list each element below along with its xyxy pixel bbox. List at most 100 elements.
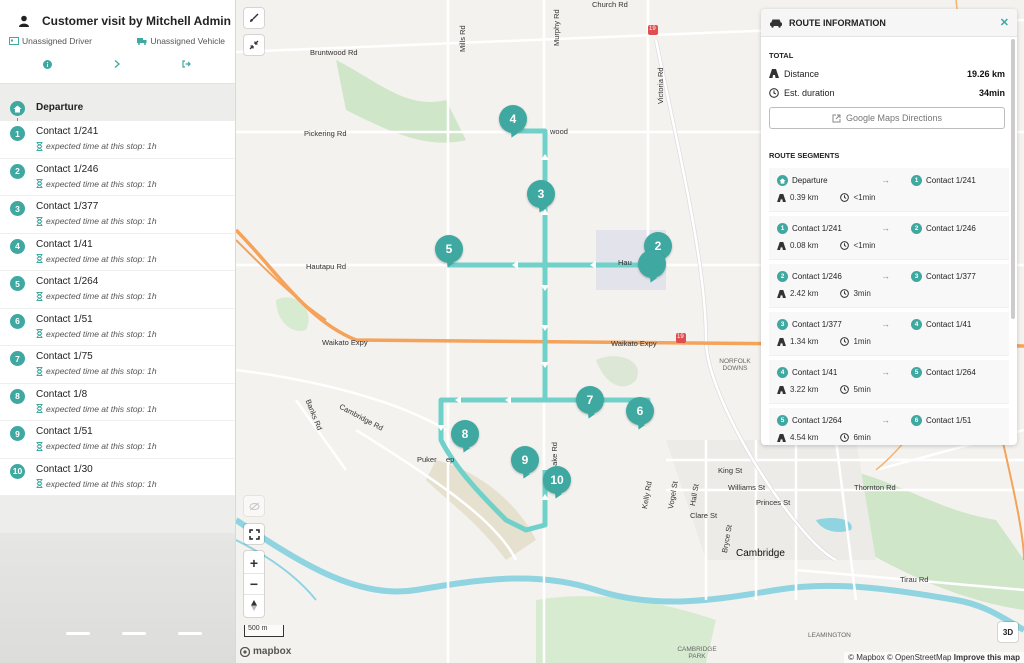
distance-label: Distance (784, 68, 820, 79)
distance-row: Distance 19.26 km (761, 64, 1017, 83)
stop-item[interactable]: 1 Contact 1/241 expected time at this stop… (0, 121, 235, 159)
sidebar-header: Customer visit by Mitchell Admin Unassig… (0, 0, 235, 84)
map-scale: 500 m (244, 625, 284, 637)
route-stop-marker[interactable]: 5 (435, 235, 463, 263)
3d-toggle-button[interactable]: 3D (998, 622, 1018, 642)
stop-number-badge: 1 (10, 126, 25, 141)
hide-route-button[interactable] (244, 496, 264, 516)
duration-row: Est. duration 34min (761, 83, 1017, 102)
mapbox-icon (240, 646, 250, 657)
clock-icon (840, 241, 850, 250)
segment-from-badge: 5 (777, 415, 788, 426)
compass-button[interactable] (244, 595, 264, 616)
google-maps-button[interactable]: Google Maps Directions (769, 107, 1005, 129)
stop-label: Contact 1/264 (36, 276, 99, 287)
hourglass-icon (36, 141, 43, 151)
compass-icon (251, 599, 257, 611)
info-button[interactable] (42, 59, 52, 69)
stop-item[interactable]: 8 Contact 1/8 expected time at this stop: … (0, 383, 235, 421)
segment-to: 4 Contact 1/41 (911, 319, 971, 330)
stop-label: Contact 1/41 (36, 238, 93, 250)
route-stop-marker[interactable]: 3 (527, 180, 555, 208)
truck-icon (137, 38, 147, 45)
segment-duration: 1min (853, 337, 871, 346)
panel-scrollbar[interactable] (1011, 39, 1015, 319)
road-label: Pickering Rd (304, 129, 347, 138)
sidebar-footer (0, 533, 235, 663)
stop-item[interactable]: 3 Contact 1/377 expected time at this stop… (0, 196, 235, 234)
zoom-in-button[interactable]: + (244, 553, 264, 574)
route-stop-marker[interactable]: 4 (499, 105, 527, 133)
stop-number-badge: 4 (10, 238, 25, 254)
road-icon (777, 289, 786, 298)
stop-departure[interactable]: Departure (0, 96, 235, 121)
stop-item[interactable]: 6 Contact 1/51 expected time at this stop:… (0, 308, 235, 346)
segment-to-badge: 6 (911, 415, 922, 426)
fullscreen-button[interactable] (244, 524, 264, 544)
route-stop-marker[interactable]: 6 (626, 397, 654, 425)
stop-number-badge: 2 (10, 163, 25, 179)
place-label: ep (446, 455, 455, 464)
suburb-label: LEAMINGTON (808, 632, 851, 639)
route-segment[interactable]: 3 Contact 1/377 → 4 Contact 1/41 1.34 km 1min (769, 312, 1009, 356)
road-label: Victoria Rd (656, 67, 665, 104)
sign-out-icon (181, 60, 191, 68)
stop-number-badge: 8 (10, 388, 25, 404)
eye-slash-icon (249, 502, 259, 510)
next-button[interactable] (112, 59, 122, 69)
segment-to-badge: 2 (911, 223, 922, 234)
segment-from: 5 Contact 1/264 (777, 415, 842, 426)
segment-duration: 5min (853, 385, 871, 394)
route-stop-marker[interactable]: 8 (451, 420, 479, 448)
stop-expected-time: expected time at this stop: 1h (36, 254, 157, 264)
zoom-out-button[interactable]: − (244, 574, 264, 595)
improve-map-link[interactable]: Improve this map (954, 653, 1020, 662)
stop-item[interactable]: 9 Contact 1/51 expected time at this stop:… (0, 421, 235, 459)
route-stop-marker[interactable]: 10 (543, 466, 571, 494)
mapbox-logo[interactable]: mapbox (240, 646, 291, 657)
stop-item[interactable]: 10 Contact 1/30 expected time at this stop… (0, 458, 235, 496)
route-segment[interactable]: 4 Contact 1/41 → 5 Contact 1/264 3.22 km 5min (769, 360, 1009, 404)
route-segment[interactable]: Departure → 1 Contact 1/241 0.39 km <1min (769, 168, 1009, 212)
segment-meta: 3.22 km 5min (777, 385, 871, 394)
segment-duration: <1min (853, 241, 876, 250)
stop-label: Departure (36, 102, 84, 113)
stop-expected-time: expected time at this stop: 1h (36, 404, 157, 414)
chevron-right-icon (114, 60, 120, 68)
segment-to-badge: 5 (911, 367, 922, 378)
stop-label: Contact 1/377 (36, 201, 99, 212)
stop-item[interactable]: 5 Contact 1/264 expected time at this stop… (0, 271, 235, 309)
route-segment[interactable]: 2 Contact 1/246 → 3 Contact 1/377 2.42 km 3min (769, 264, 1009, 308)
hourglass-icon (36, 366, 43, 376)
segments-section-label: ROUTE SEGMENTS (769, 151, 840, 160)
route-stop-marker[interactable]: 9 (511, 446, 539, 474)
footer-bar (66, 632, 90, 635)
stop-item[interactable]: 4 Contact 1/41 expected time at this stop:… (0, 233, 235, 271)
logout-button[interactable] (181, 59, 191, 69)
road-label: Murphy Rd (552, 9, 561, 46)
stop-item[interactable]: 7 Contact 1/75 expected time at this stop:… (0, 346, 235, 384)
draw-button[interactable] (244, 8, 264, 28)
route-segment[interactable]: 5 Contact 1/264 → 6 Contact 1/51 4.54 km 6min (769, 408, 1009, 445)
stop-item[interactable]: 2 Contact 1/246 expected time at this stop… (0, 158, 235, 196)
road-label: wood (550, 127, 568, 136)
segment-to-badge: 4 (911, 319, 922, 330)
route-stop-marker[interactable]: 7 (576, 386, 604, 414)
segment-distance: 2.42 km (790, 289, 819, 298)
driver-assign[interactable]: Unassigned Driver (9, 36, 92, 46)
road-label: Clare St (690, 511, 718, 520)
close-icon[interactable]: ✕ (1000, 16, 1009, 29)
map-attribution: © Mapbox © OpenStreetMap Improve this ma… (844, 652, 1024, 663)
segment-duration: <1min (853, 193, 876, 202)
arrow-right-icon: → (881, 223, 890, 233)
hourglass-icon (36, 254, 43, 263)
vehicle-assign[interactable]: Unassigned Vehicle (137, 36, 225, 46)
segment-from-badge: 3 (777, 319, 788, 330)
user-icon (19, 15, 29, 27)
collapse-button[interactable] (244, 35, 264, 55)
segment-duration: 3min (853, 289, 871, 298)
stop-expected-time: expected time at this stop: 1h (36, 329, 157, 339)
attribution-text[interactable]: © Mapbox © OpenStreetMap (848, 653, 951, 662)
route-stop-marker[interactable] (638, 250, 666, 278)
route-segment[interactable]: 1 Contact 1/241 → 2 Contact 1/246 0.08 km <1mi… (769, 216, 1009, 260)
